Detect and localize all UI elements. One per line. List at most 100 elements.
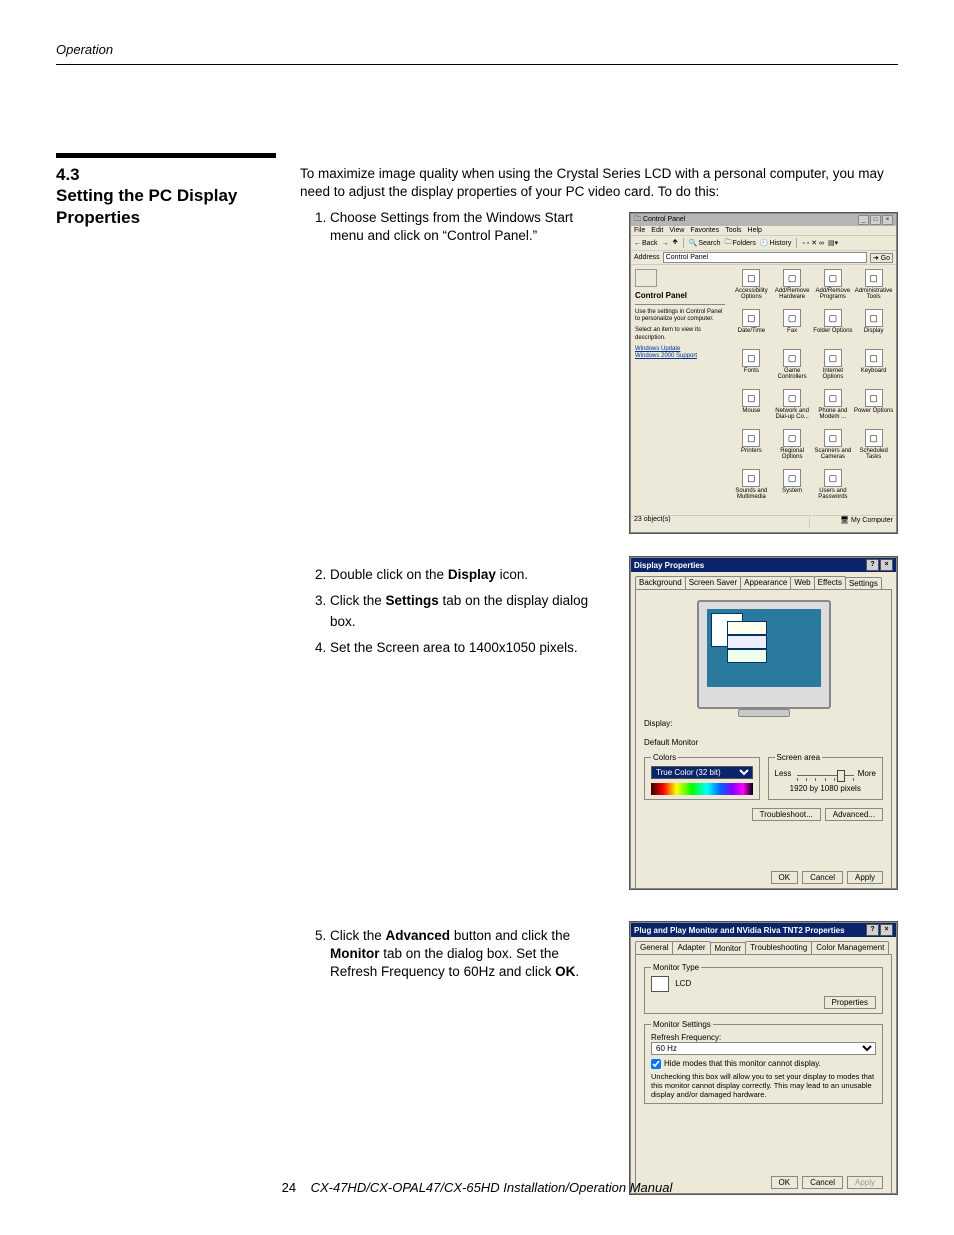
control-panel-item[interactable]: ▢Add/Remove Programs: [813, 269, 854, 307]
tab-web[interactable]: Web: [790, 576, 814, 589]
cp-item-icon: ▢: [824, 389, 842, 407]
cp-item-label: Power Options: [853, 408, 894, 414]
refresh-frequency-select[interactable]: 60 Hz: [651, 1042, 876, 1055]
close-icon[interactable]: ×: [880, 924, 893, 936]
tab-general[interactable]: General: [635, 941, 673, 954]
toolbar: ← Back → 🡹 🔍 Search 🗀 Folders 🕘 History …: [631, 236, 896, 251]
tab-adapter[interactable]: Adapter: [672, 941, 710, 954]
tab-color-management[interactable]: Color Management: [811, 941, 889, 954]
cp-item-icon: ▢: [783, 429, 801, 447]
menu-file[interactable]: File: [634, 227, 645, 234]
screenshot-advanced-monitor: Plug and Play Monitor and NVidia Riva TN…: [630, 922, 897, 1194]
tab-appearance[interactable]: Appearance: [740, 576, 791, 589]
menu-view[interactable]: View: [669, 227, 684, 234]
maximize-icon[interactable]: □: [870, 215, 881, 225]
minimize-icon[interactable]: _: [858, 215, 869, 225]
color-depth-select[interactable]: True Color (32 bit): [651, 766, 753, 779]
advanced-button[interactable]: Advanced...: [825, 808, 883, 821]
step-4: Set the Screen area to 1400x1050 pixels.: [330, 638, 595, 658]
cp-item-icon: ▢: [865, 269, 883, 287]
menu-tools[interactable]: Tools: [725, 227, 741, 234]
control-panel-item[interactable]: ▢Scanners and Cameras: [813, 429, 854, 467]
tab-effects[interactable]: Effects: [814, 576, 846, 589]
cp-item-icon: ▢: [865, 389, 883, 407]
link-windows-2000-support[interactable]: Windows 2000 Support: [635, 353, 725, 359]
cp-item-icon: ▢: [824, 429, 842, 447]
ok-button[interactable]: OK: [771, 871, 799, 884]
menu-help[interactable]: Help: [748, 227, 762, 234]
tab-screen-saver[interactable]: Screen Saver: [685, 576, 741, 589]
toolbar-extra[interactable]: ▫ ▫ ✕ ∞: [802, 239, 824, 247]
control-panel-item[interactable]: ▢Users and Passwords: [813, 469, 854, 507]
window-title: Plug and Play Monitor and NVidia Riva TN…: [634, 926, 845, 935]
page-footer: 24 CX-47HD/CX-OPAL47/CX-65HD Installatio…: [0, 1180, 954, 1195]
forward-button[interactable]: →: [662, 240, 669, 247]
folders-button[interactable]: 🗀 Folders: [725, 238, 756, 249]
cp-item-icon: ▢: [742, 269, 760, 287]
troubleshoot-button[interactable]: Troubleshoot...: [752, 808, 821, 821]
control-panel-item[interactable]: ▢Fax: [772, 309, 813, 347]
slider-more-label: More: [858, 769, 876, 778]
close-icon[interactable]: ×: [880, 559, 893, 571]
tab-background[interactable]: Background: [635, 576, 686, 589]
control-panel-item[interactable]: ▢Accessibility Options: [731, 269, 772, 307]
monitor-preview: [697, 600, 831, 709]
screen-area-legend: Screen area: [775, 753, 823, 762]
control-panel-item[interactable]: ▢Display: [853, 309, 894, 347]
display-value: Default Monitor: [644, 738, 883, 747]
back-button[interactable]: ← Back: [634, 240, 658, 247]
cp-item-label: Internet Options: [813, 368, 854, 381]
cp-item-label: Fonts: [731, 368, 772, 374]
control-panel-item[interactable]: ▢Keyboard: [853, 349, 894, 387]
control-panel-item[interactable]: ▢Scheduled Tasks: [853, 429, 894, 467]
go-button[interactable]: ➜ Go: [870, 253, 893, 263]
hide-modes-input[interactable]: [651, 1059, 661, 1069]
hide-modes-checkbox[interactable]: Hide modes that this monitor cannot disp…: [651, 1059, 876, 1069]
control-panel-item[interactable]: ▢Fonts: [731, 349, 772, 387]
control-panel-item[interactable]: ▢Date/Time: [731, 309, 772, 347]
address-bar: Address ➜ Go: [631, 251, 896, 265]
tab-troubleshooting[interactable]: Troubleshooting: [745, 941, 812, 954]
status-location: 🖥 My Computer: [809, 516, 896, 528]
control-panel-item[interactable]: ▢Regional Options: [772, 429, 813, 467]
control-panel-item[interactable]: ▢Internet Options: [813, 349, 854, 387]
control-panel-item[interactable]: ▢Add/Remove Hardware: [772, 269, 813, 307]
close-icon[interactable]: ×: [882, 215, 893, 225]
control-panel-item[interactable]: ▢Phone and Modem ...: [813, 389, 854, 427]
settings-panel: Display: Default Monitor Colors True Col…: [635, 589, 892, 889]
history-button[interactable]: 🕘 History: [760, 239, 792, 247]
cp-item-icon: ▢: [824, 469, 842, 487]
control-panel-item[interactable]: ▢Administrative Tools: [853, 269, 894, 307]
resolution-slider[interactable]: Less More: [775, 768, 877, 782]
screenshot-control-panel: 🗀 Control Panel _ □ × File Edit View Fav…: [630, 213, 897, 533]
up-button[interactable]: 🡹: [673, 238, 678, 249]
help-icon[interactable]: ?: [866, 559, 879, 571]
control-panel-item[interactable]: ▢Game Controllers: [772, 349, 813, 387]
color-gradient-icon: [651, 783, 753, 795]
properties-button[interactable]: Properties: [824, 996, 876, 1009]
views-button[interactable]: ▤▾: [828, 239, 838, 247]
cp-item-label: System: [772, 488, 813, 494]
slider-thumb-icon[interactable]: [837, 770, 845, 782]
cp-item-label: Regional Options: [772, 448, 813, 461]
control-panel-item[interactable]: ▢Network and Dial-up Co...: [772, 389, 813, 427]
help-icon[interactable]: ?: [866, 924, 879, 936]
address-input[interactable]: [663, 252, 867, 263]
window-title: 🗀 Control Panel: [634, 215, 685, 226]
menu-edit[interactable]: Edit: [651, 227, 663, 234]
cp-item-icon: ▢: [783, 389, 801, 407]
menu-favorites[interactable]: Favorites: [690, 227, 719, 234]
control-panel-item[interactable]: ▢Power Options: [853, 389, 894, 427]
cancel-button[interactable]: Cancel: [802, 871, 843, 884]
control-panel-item[interactable]: ▢Sounds and Multimedia: [731, 469, 772, 507]
control-panel-item[interactable]: ▢System: [772, 469, 813, 507]
cp-item-icon: ▢: [824, 309, 842, 327]
control-panel-item[interactable]: ▢Mouse: [731, 389, 772, 427]
link-windows-update[interactable]: Windows Update: [635, 346, 725, 352]
cp-item-label: Sounds and Multimedia: [731, 488, 772, 501]
step-3: Click the Settings tab on the display di…: [330, 591, 595, 632]
control-panel-item[interactable]: ▢Folder Options: [813, 309, 854, 347]
control-panel-item[interactable]: ▢Printers: [731, 429, 772, 467]
apply-button[interactable]: Apply: [847, 871, 883, 884]
search-button[interactable]: 🔍 Search: [689, 239, 721, 247]
